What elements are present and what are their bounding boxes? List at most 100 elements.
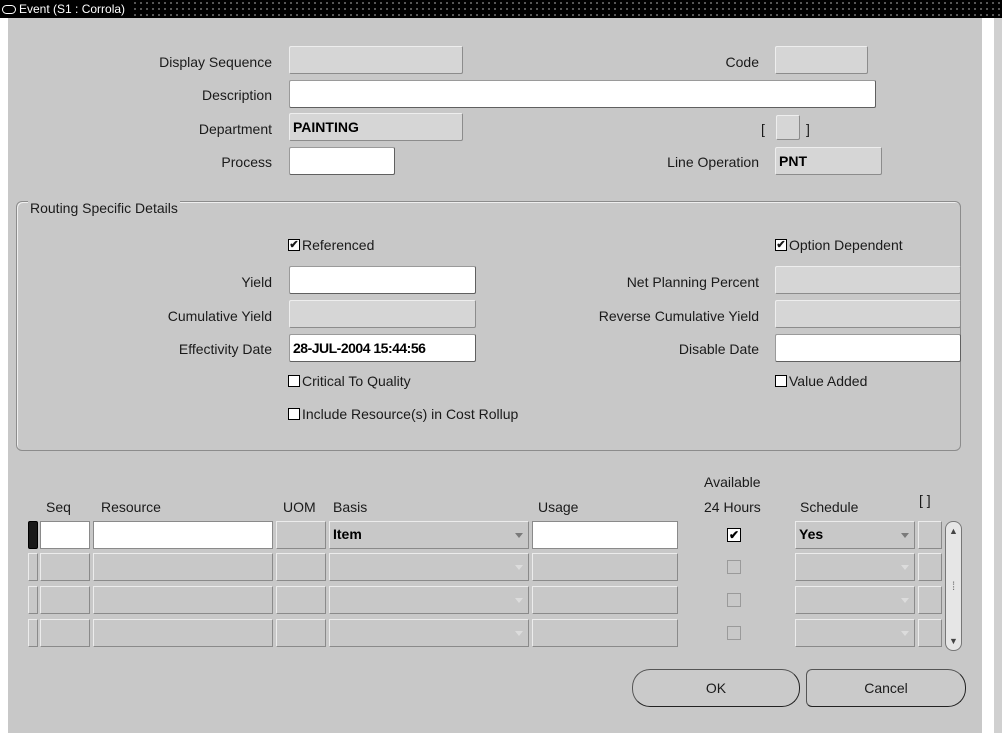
chevron-down-icon — [901, 533, 909, 538]
chevron-down-icon — [901, 598, 909, 603]
critical-to-quality-label: Critical To Quality — [302, 373, 411, 389]
yield-field[interactable] — [289, 266, 476, 294]
seq-cell[interactable] — [40, 619, 90, 647]
scroll-down-icon[interactable]: ▼ — [947, 634, 960, 648]
referenced-checkbox[interactable]: ✔ Referenced — [288, 237, 374, 253]
seq-cell[interactable] — [40, 521, 90, 549]
display-sequence-label: Display Sequence — [159, 54, 272, 70]
cumulative-yield-label: Cumulative Yield — [167, 308, 272, 324]
row-indicator[interactable] — [28, 586, 38, 614]
include-resources-box — [288, 408, 300, 420]
disable-date-label: Disable Date — [678, 341, 759, 357]
flex-field[interactable] — [776, 115, 800, 140]
window-title: Event (S1 : Corrola) — [19, 2, 126, 16]
code-field[interactable] — [775, 46, 868, 74]
title-bar[interactable]: Event (S1 : Corrola) — [0, 0, 1002, 18]
resource-cell[interactable] — [93, 619, 273, 647]
schedule-value — [795, 553, 915, 581]
referenced-check-icon: ✔ — [288, 239, 300, 251]
extra-cell[interactable] — [918, 521, 942, 549]
window-edge — [994, 18, 1002, 733]
option-dependent-checkbox[interactable]: ✔ Option Dependent — [775, 237, 903, 253]
bracket-close: ] — [806, 121, 810, 137]
uom-cell[interactable] — [276, 619, 326, 647]
usage-cell[interactable] — [532, 619, 678, 647]
routing-details-label: Routing Specific Details — [28, 200, 180, 216]
extra-cell[interactable] — [918, 586, 942, 614]
description-label: Description — [201, 87, 272, 103]
include-resources-label: Include Resource(s) in Cost Rollup — [302, 406, 519, 422]
uom-cell[interactable] — [276, 586, 326, 614]
event-window: Event (S1 : Corrola) Display Sequence Co… — [0, 0, 1002, 733]
scroll-up-icon[interactable]: ▲ — [947, 524, 960, 538]
include-resources-checkbox[interactable]: Include Resource(s) in Cost Rollup — [288, 406, 518, 422]
resource-cell[interactable] — [93, 521, 273, 549]
seq-cell[interactable] — [40, 553, 90, 581]
disable-date-field[interactable] — [775, 334, 961, 362]
chevron-down-icon — [515, 565, 523, 570]
effectivity-date-field[interactable]: 28-JUL-2004 15:44:56 — [289, 334, 476, 362]
resource-cell[interactable] — [93, 586, 273, 614]
available-24h-checkbox[interactable] — [727, 626, 741, 640]
bracket-open: [ — [761, 121, 765, 137]
process-field[interactable] — [289, 147, 395, 175]
usage-cell[interactable] — [532, 553, 678, 581]
available-header-line1: Available — [704, 474, 761, 490]
line-operation-field[interactable]: PNT — [775, 147, 882, 175]
process-label: Process — [221, 154, 272, 170]
window-menu-icon[interactable] — [2, 4, 16, 14]
extra-cell[interactable] — [918, 619, 942, 647]
basis-value — [329, 553, 529, 581]
line-operation-label: Line Operation — [667, 154, 759, 170]
department-label: Department — [198, 121, 272, 137]
value-added-box — [775, 375, 787, 387]
uom-cell[interactable] — [276, 553, 326, 581]
seq-cell[interactable] — [40, 586, 90, 614]
ok-button[interactable]: OK — [632, 669, 800, 707]
reverse-cumulative-yield-field[interactable] — [775, 300, 961, 328]
available-24h-checkbox[interactable] — [727, 560, 741, 574]
critical-to-quality-box — [288, 375, 300, 387]
uom-cell[interactable] — [276, 521, 326, 549]
value-added-label: Value Added — [789, 373, 868, 389]
resource-header: Resource — [101, 499, 161, 515]
schedule-header: Schedule — [800, 499, 859, 515]
scroll-grip-icon[interactable]: ⁞ — [947, 579, 960, 593]
basis-header: Basis — [333, 499, 368, 515]
extra-header: [ ] — [919, 492, 931, 508]
cumulative-yield-field[interactable] — [289, 300, 476, 328]
critical-to-quality-checkbox[interactable]: Critical To Quality — [288, 373, 411, 389]
schedule-value — [795, 586, 915, 614]
cancel-button[interactable]: Cancel — [806, 669, 966, 707]
usage-cell[interactable] — [532, 521, 678, 549]
usage-header: Usage — [538, 499, 579, 515]
available-24h-checkbox[interactable] — [727, 593, 741, 607]
chevron-down-icon — [901, 631, 909, 636]
chevron-down-icon — [515, 631, 523, 636]
extra-cell[interactable] — [918, 553, 942, 581]
schedule-value: Yes — [795, 521, 915, 549]
chevron-down-icon — [515, 533, 523, 538]
usage-cell[interactable] — [532, 586, 678, 614]
effectivity-date-label: Effectivity Date — [178, 341, 272, 357]
row-indicator[interactable] — [28, 619, 38, 647]
referenced-label: Referenced — [302, 237, 375, 253]
net-planning-percent-field[interactable] — [775, 266, 961, 294]
display-sequence-field[interactable] — [289, 46, 463, 74]
resource-cell[interactable] — [93, 553, 273, 581]
row-indicator[interactable] — [28, 553, 38, 581]
chevron-down-icon — [515, 598, 523, 603]
basis-value — [329, 586, 529, 614]
department-field[interactable]: PAINTING — [289, 113, 463, 141]
yield-label: Yield — [241, 274, 272, 290]
available-24h-checkbox[interactable]: ✔ — [727, 528, 741, 542]
row-indicator[interactable] — [28, 521, 38, 549]
option-dependent-label: Option Dependent — [789, 237, 903, 253]
uom-header: UOM — [283, 499, 316, 515]
value-added-checkbox[interactable]: Value Added — [775, 373, 867, 389]
chevron-down-icon — [901, 565, 909, 570]
description-field[interactable] — [289, 80, 876, 108]
grid-scrollbar[interactable]: ▲ ⁞ ▼ — [945, 521, 962, 651]
basis-value: Item — [329, 521, 529, 549]
net-planning-percent-label: Net Planning Percent — [626, 274, 759, 290]
